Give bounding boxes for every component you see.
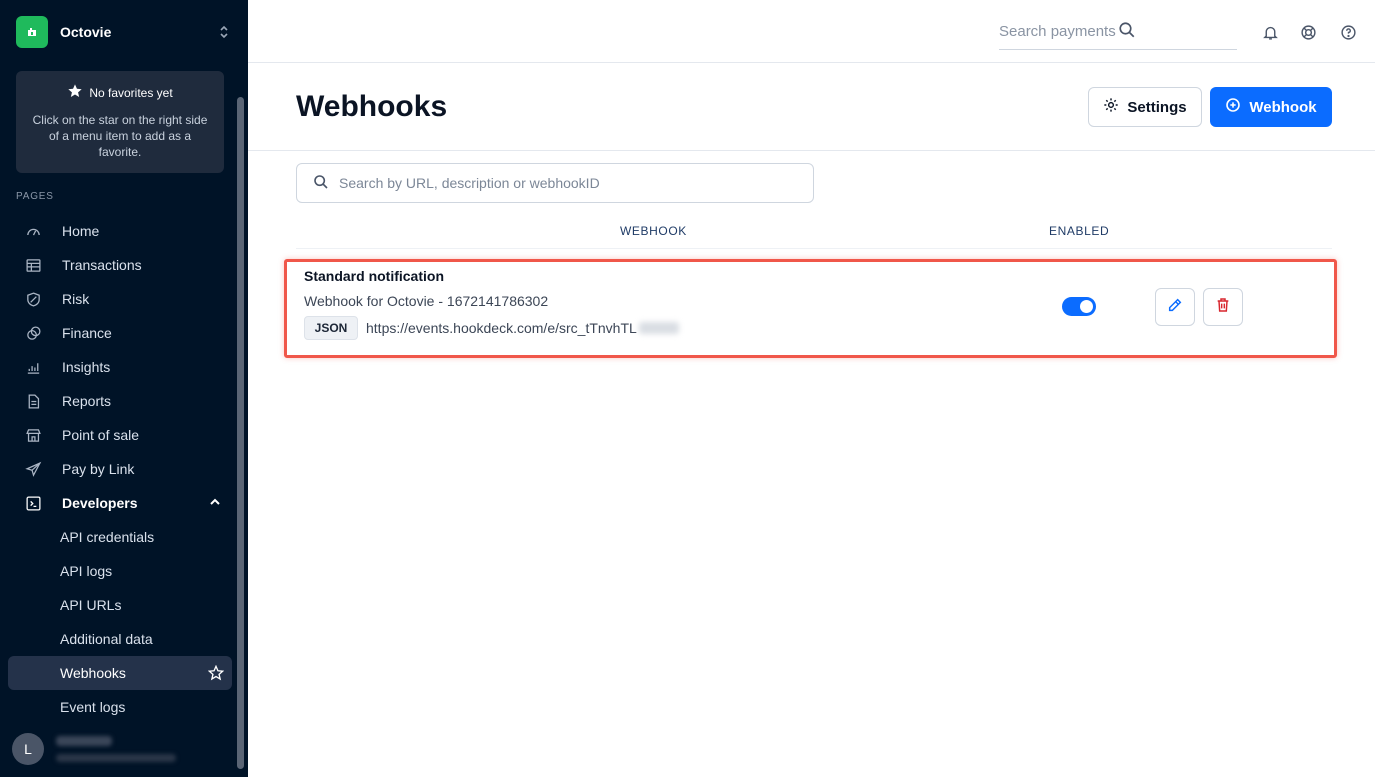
trash-icon <box>1215 297 1231 318</box>
table-header-divider <box>296 248 1332 249</box>
add-webhook-button-label: Webhook <box>1249 98 1317 116</box>
favorites-title: No favorites yet <box>89 85 173 100</box>
webhook-url-text: https://events.hookdeck.com/e/src_tTnvhT… <box>366 320 637 336</box>
chevron-up-down-icon[interactable] <box>216 22 232 42</box>
sidebar-item-home[interactable]: Home <box>8 214 232 248</box>
terminal-icon <box>24 494 42 512</box>
table-icon <box>24 256 42 274</box>
sidebar-item-label: Finance <box>62 325 112 341</box>
sidebar-item-reports[interactable]: Reports <box>8 384 232 418</box>
topbar: Search payments <box>248 0 1375 63</box>
bell-icon[interactable] <box>1260 22 1280 42</box>
sidebar-item-point-of-sale[interactable]: Point of sale <box>8 418 232 452</box>
user-menu[interactable]: L <box>12 733 176 765</box>
store-icon <box>24 426 42 444</box>
webhook-url-redacted <box>638 322 679 334</box>
search-icon[interactable] <box>1118 21 1237 43</box>
avatar: L <box>12 733 44 765</box>
webhook-format-badge: JSON <box>304 316 358 340</box>
star-icon <box>67 83 83 102</box>
sidebar-item-finance[interactable]: Finance <box>8 316 232 350</box>
sidebar-item-label: Webhooks <box>60 665 126 681</box>
edit-webhook-button[interactable] <box>1155 288 1195 326</box>
column-header-enabled: ENABLED <box>1049 224 1110 238</box>
settings-button[interactable]: Settings <box>1088 87 1202 127</box>
gear-icon <box>1103 97 1119 117</box>
column-header-webhook: WEBHOOK <box>620 224 687 238</box>
sidebar-item-label: Reports <box>62 393 112 409</box>
sidebar-nav: Home Transactions Risk Finance Insights … <box>8 214 232 724</box>
favorites-description: Click on the star on the right side of a… <box>32 113 208 159</box>
sidebar-item-transactions[interactable]: Transactions <box>8 248 232 282</box>
sidebar-subitem-api-logs[interactable]: API logs <box>8 554 232 588</box>
pencil-icon <box>1167 297 1183 318</box>
coins-icon <box>24 324 42 342</box>
sidebar-item-insights[interactable]: Insights <box>8 350 232 384</box>
search-payments-placeholder: Search payments <box>999 23 1116 40</box>
star-outline-icon[interactable] <box>207 664 225 684</box>
lifebuoy-icon[interactable] <box>1298 22 1318 42</box>
webhook-enabled-toggle[interactable] <box>1062 297 1096 316</box>
org-logo-icon <box>16 16 48 48</box>
page-title: Webhooks <box>296 90 448 123</box>
org-switcher[interactable]: Octovie <box>16 16 232 48</box>
shield-icon <box>24 290 42 308</box>
user-info-redacted <box>56 736 176 762</box>
section-label-pages: PAGES <box>16 191 54 202</box>
webhook-search-input[interactable]: Search by URL, description or webhookID <box>296 163 814 203</box>
sidebar-subitem-api-credentials[interactable]: API credentials <box>8 520 232 554</box>
page-header: Webhooks Settings Webhook <box>248 63 1375 151</box>
add-webhook-button[interactable]: Webhook <box>1210 87 1332 127</box>
help-icon[interactable] <box>1338 22 1358 42</box>
favorites-empty-state: No favorites yet Click on the star on th… <box>16 71 224 173</box>
sidebar-item-risk[interactable]: Risk <box>8 282 232 316</box>
paper-plane-icon <box>24 460 42 478</box>
sidebar: Octovie No favorites yet Click on the st… <box>0 0 248 777</box>
search-payments-input[interactable]: Search payments <box>999 14 1237 50</box>
search-icon <box>313 174 329 193</box>
sidebar-item-label: Point of sale <box>62 427 140 443</box>
webhook-description: Webhook for Octovie - 1672141786302 <box>304 293 549 309</box>
sidebar-item-label: Developers <box>62 495 138 511</box>
document-icon <box>24 392 42 410</box>
webhook-url: https://events.hookdeck.com/e/src_tTnvhT… <box>366 320 679 336</box>
sidebar-subitem-additional-data[interactable]: Additional data <box>8 622 232 656</box>
delete-webhook-button[interactable] <box>1203 288 1243 326</box>
webhook-search-placeholder: Search by URL, description or webhookID <box>339 175 600 191</box>
webhook-name[interactable]: Standard notification <box>304 268 444 284</box>
toggle-knob <box>1080 300 1093 313</box>
org-name: Octovie <box>60 24 112 40</box>
sidebar-item-label: Home <box>62 223 100 239</box>
chevron-up-icon[interactable] <box>208 495 222 512</box>
sidebar-item-label: Pay by Link <box>62 461 135 477</box>
sidebar-item-label: Transactions <box>62 257 142 273</box>
sidebar-item-label: Risk <box>62 291 90 307</box>
sidebar-scrollbar[interactable] <box>237 97 244 769</box>
sidebar-subitem-event-logs[interactable]: Event logs <box>8 690 232 724</box>
plus-circle-icon <box>1225 97 1241 117</box>
sidebar-subitem-api-urls[interactable]: API URLs <box>8 588 232 622</box>
sidebar-item-pay-by-link[interactable]: Pay by Link <box>8 452 232 486</box>
settings-button-label: Settings <box>1127 98 1187 116</box>
bar-chart-icon <box>24 358 42 376</box>
gauge-icon <box>24 222 42 240</box>
sidebar-subitem-webhooks[interactable]: Webhooks <box>8 656 232 690</box>
sidebar-item-label: Insights <box>62 359 111 375</box>
sidebar-item-developers[interactable]: Developers <box>8 486 232 520</box>
